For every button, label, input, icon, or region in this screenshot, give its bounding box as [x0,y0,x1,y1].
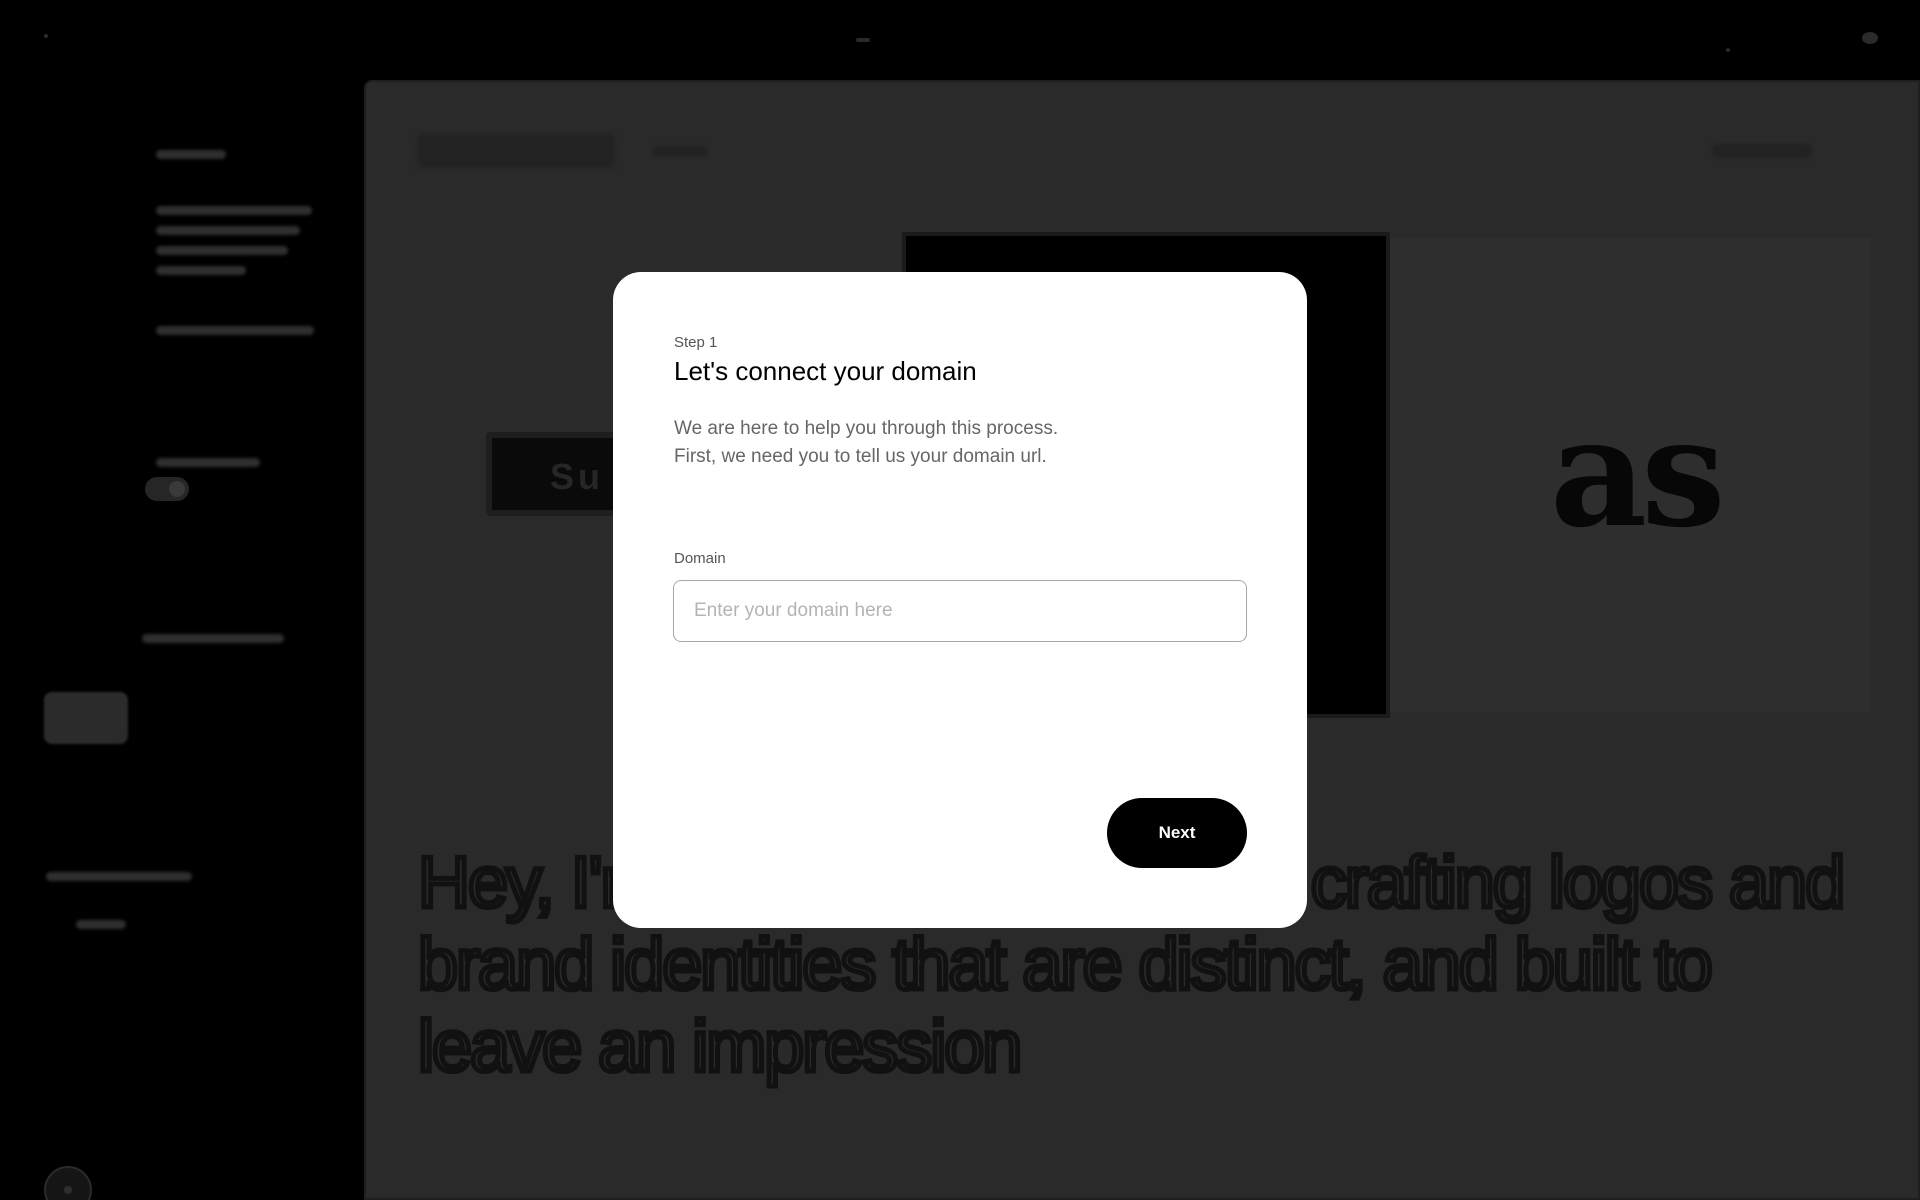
sidebar-footer-text [46,872,192,881]
modal-description: We are here to help you through this pro… [674,415,1174,471]
preview-gray-card: as [1390,238,1870,712]
next-button[interactable]: Next [1107,798,1247,868]
preview-menu [652,146,708,156]
connect-domain-modal: Step 1 Let's connect your domain We are … [613,272,1307,928]
sidebar-text-line [156,246,288,255]
preview-logo [418,134,614,168]
sidebar-toggle[interactable] [145,477,189,501]
sidebar-option-label [156,326,314,335]
domain-label: Domain [674,550,726,567]
modal-title: Let's connect your domain [674,356,977,386]
topbar-avatar-icon[interactable] [1862,32,1878,44]
preview-glyph: as [1550,385,1726,561]
preview-menu-right [1712,144,1812,158]
modal-description-line: First, we need you to tell us your domai… [674,446,1047,467]
sidebar [0,80,362,1200]
modal-description-line: We are here to help you through this pro… [674,418,1059,439]
sidebar-text-line [156,266,246,275]
sidebar-logo-label [142,634,284,643]
topbar-dot-center [856,38,870,42]
sidebar-text-line [156,226,300,235]
sidebar-footer-text [76,920,126,929]
domain-input[interactable] [673,580,1247,642]
sidebar-logo-icon [44,692,128,744]
preview-pill: Su [486,432,626,516]
step-label: Step 1 [674,334,718,351]
sidebar-settings-icon[interactable] [44,1166,92,1200]
sidebar-heading [156,150,226,159]
topbar-dot-left [44,34,48,38]
sidebar-text-line [156,206,312,215]
topbar-dot-right [1726,48,1730,52]
preview-pill-text: Su [550,456,605,497]
sidebar-toggle-label [156,458,260,467]
